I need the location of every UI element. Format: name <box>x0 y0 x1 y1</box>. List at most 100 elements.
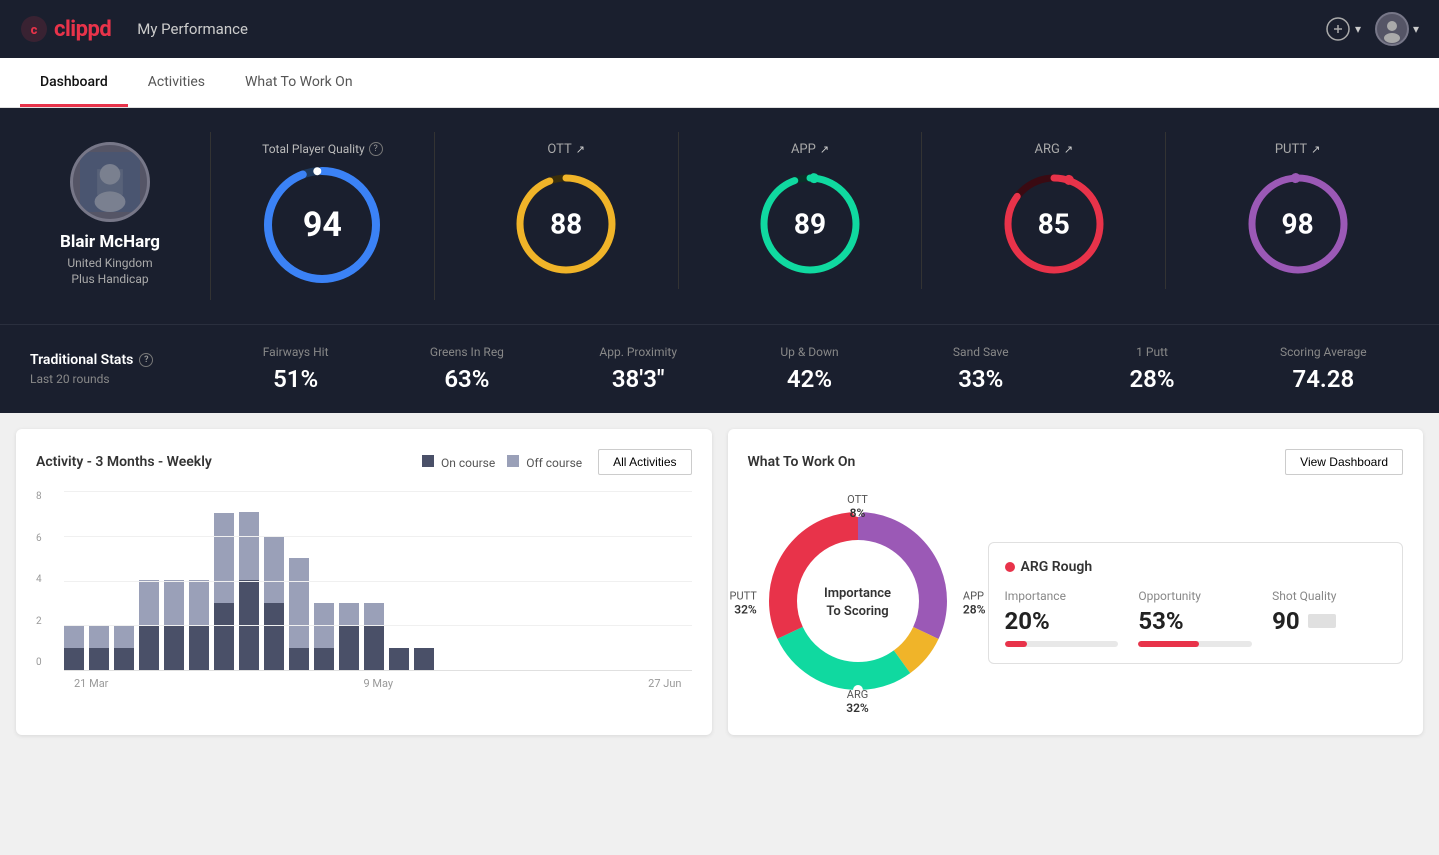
bar-on-13 <box>364 625 384 670</box>
detail-metrics: Importance 20% Opportunity 53% <box>1005 589 1387 647</box>
avatar-chevron: ▾ <box>1413 22 1419 36</box>
add-button[interactable]: ▾ <box>1325 16 1361 42</box>
putt-label: PUTT ↗ <box>1275 142 1320 157</box>
bar-group-13 <box>364 603 384 670</box>
traditional-stats: Traditional Stats ? Last 20 rounds Fairw… <box>0 324 1439 413</box>
bar-off-10 <box>289 558 309 648</box>
bar-group-12 <box>339 603 359 670</box>
bar-on-8 <box>239 580 259 670</box>
tpq-gauge: 94 <box>257 160 387 290</box>
x-label-may: 9 May <box>363 677 393 690</box>
bar-off-13 <box>364 603 384 625</box>
tpq-column: Total Player Quality ? 94 <box>210 132 435 300</box>
bar-group-10 <box>289 558 309 670</box>
detail-dot <box>1005 562 1015 572</box>
wtw-title: What To Work On <box>748 454 856 470</box>
ott-column: OTT ↗ 88 <box>455 132 679 289</box>
shot-quality-indicator <box>1308 614 1336 628</box>
wtw-header: What To Work On View Dashboard <box>748 449 1404 475</box>
add-icon <box>1325 16 1351 42</box>
bar-on-15 <box>414 648 434 670</box>
bar-on-1 <box>64 648 84 670</box>
bar-on-14 <box>389 648 409 670</box>
bar-group-14 <box>389 648 409 670</box>
arg-label: ARG ↗ <box>1035 142 1074 157</box>
trad-stats-label: Traditional Stats ? Last 20 rounds <box>30 352 210 386</box>
ott-arrow: ↗ <box>576 143 585 156</box>
stat-fairways: Fairways Hit 51% <box>210 345 381 393</box>
bar-off-11 <box>314 603 334 648</box>
chart-container: 8 6 4 2 0 <box>36 491 692 690</box>
app-column: APP ↗ 89 <box>699 132 923 289</box>
putt-arrow: ↗ <box>1311 143 1320 156</box>
tab-dashboard[interactable]: Dashboard <box>20 60 128 107</box>
player-info: Blair McHarg United Kingdom Plus Handica… <box>30 132 190 296</box>
trad-stats-title: Traditional Stats ? <box>30 352 210 368</box>
ott-value: 88 <box>550 208 582 241</box>
what-to-work-on-panel: What To Work On View Dashboard <box>728 429 1424 735</box>
y-label-6: 6 <box>36 533 42 544</box>
bar-off-9 <box>264 536 284 603</box>
stat-scoring: Scoring Average 74.28 <box>1238 345 1409 393</box>
chart-controls: On course Off course All Activities <box>422 449 691 475</box>
bar-on-9 <box>264 603 284 670</box>
bar-off-4 <box>139 580 159 625</box>
logo[interactable]: c clippd My Performance <box>20 15 248 43</box>
bar-off-2 <box>89 626 109 648</box>
legend-off-course: Off course <box>507 455 582 470</box>
bar-off-1 <box>64 626 84 648</box>
bar-on-2 <box>89 648 109 670</box>
app-value: 89 <box>794 208 826 241</box>
donut-center-text: ImportanceTo Scoring <box>824 585 891 621</box>
bar-group-7 <box>214 513 234 670</box>
chart-legend: On course Off course <box>422 455 582 470</box>
y-label-4: 4 <box>36 574 42 585</box>
trad-stats-subtitle: Last 20 rounds <box>30 372 210 386</box>
avatar-button[interactable]: ▾ <box>1375 12 1419 46</box>
grid-line-8 <box>64 491 692 492</box>
tab-activities[interactable]: Activities <box>128 60 225 107</box>
tab-what-to-work-on[interactable]: What To Work On <box>225 60 373 107</box>
tpq-value: 94 <box>303 205 342 245</box>
stat-updown: Up & Down 42% <box>724 345 895 393</box>
svg-text:c: c <box>31 23 38 38</box>
player-avatar-icon <box>80 152 140 212</box>
grid-line-6 <box>64 536 692 537</box>
app-arrow: ↗ <box>820 143 829 156</box>
tpq-info-icon[interactable]: ? <box>369 142 383 156</box>
bar-group-4 <box>139 580 159 670</box>
bar-off-3 <box>114 626 134 648</box>
chart-header: Activity - 3 Months - Weekly On course O… <box>36 449 692 475</box>
view-dashboard-button[interactable]: View Dashboard <box>1285 449 1403 475</box>
x-axis: 21 Mar 9 May 27 Jun <box>64 677 692 690</box>
logo-text: clippd <box>54 17 111 42</box>
bar-on-5 <box>164 625 184 670</box>
bar-group-11 <box>314 603 334 670</box>
trad-info-icon[interactable]: ? <box>139 353 153 367</box>
y-label-2: 2 <box>36 616 42 627</box>
app-gauge: 89 <box>755 169 865 279</box>
legend-off-dot <box>507 455 519 467</box>
putt-gauge: 98 <box>1243 169 1353 279</box>
arg-arrow: ↗ <box>1064 143 1073 156</box>
bar-group-2 <box>89 626 109 670</box>
bar-on-10 <box>289 648 309 670</box>
bar-group-8 <box>239 512 259 670</box>
player-handicap: Plus Handicap <box>71 272 148 286</box>
putt-donut-label: PUTT 32% <box>730 590 757 617</box>
bottom-panels: Activity - 3 Months - Weekly On course O… <box>0 413 1439 751</box>
putt-value: 98 <box>1282 208 1314 241</box>
x-label-mar: 21 Mar <box>74 677 108 690</box>
bar-group-5 <box>164 580 184 670</box>
metric-shot-quality: Shot Quality 90 <box>1272 589 1386 647</box>
tpq-label: Total Player Quality ? <box>262 142 383 156</box>
ott-label: OTT ↗ <box>547 142 585 157</box>
arg-value: 85 <box>1038 208 1070 241</box>
y-label-8: 8 <box>36 491 42 502</box>
bar-group-9 <box>264 536 284 670</box>
metric-importance: Importance 20% <box>1005 589 1119 647</box>
stat-app-prox: App. Proximity 38'3" <box>553 345 724 393</box>
stat-oneputt: 1 Putt 28% <box>1066 345 1237 393</box>
all-activities-button[interactable]: All Activities <box>598 449 691 475</box>
bar-on-6 <box>189 625 209 670</box>
